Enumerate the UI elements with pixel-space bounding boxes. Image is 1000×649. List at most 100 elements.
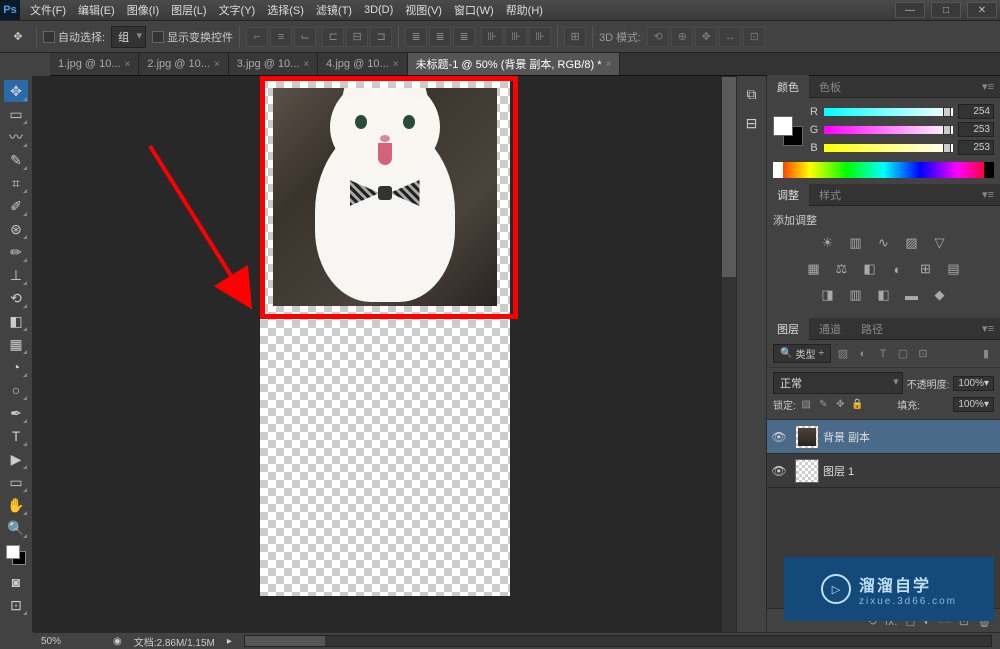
tab-close-icon[interactable]: ×	[125, 59, 131, 70]
window-minimize-button[interactable]: —	[895, 2, 925, 18]
panel-menu-icon[interactable]: ▾≡	[976, 322, 1000, 335]
align-vcenter-icon[interactable]: ≡	[270, 27, 292, 47]
3d-pan-icon[interactable]: ✥	[695, 27, 717, 47]
distribute-icon[interactable]: ≣	[405, 27, 427, 47]
tab-close-icon[interactable]: ×	[303, 59, 309, 70]
doc-tab-3[interactable]: 3.jpg @ 10...×	[229, 53, 318, 75]
r-value[interactable]: 254	[958, 104, 994, 119]
layer-name[interactable]: 背景 副本	[823, 429, 870, 445]
auto-select-dropdown[interactable]: 组	[111, 26, 146, 48]
menu-filter[interactable]: 滤镜(T)	[310, 2, 358, 18]
window-maximize-button[interactable]: □	[931, 2, 961, 18]
3d-scale-icon[interactable]: ⊡	[743, 27, 765, 47]
dodge-tool-icon[interactable]: ○	[4, 379, 28, 401]
g-value[interactable]: 253	[958, 122, 994, 137]
lock-trans-icon[interactable]: ▨	[800, 398, 813, 411]
b-value[interactable]: 253	[958, 140, 994, 155]
tab-close-icon[interactable]: ×	[214, 59, 220, 70]
menu-type[interactable]: 文字(Y)	[213, 2, 262, 18]
doc-tab-4[interactable]: 4.jpg @ 10...×	[318, 53, 407, 75]
visibility-icon[interactable]: 👁	[767, 430, 791, 444]
align-hcenter-icon[interactable]: ⊟	[346, 27, 368, 47]
adjust-filter-icon[interactable]: ◐	[855, 346, 871, 362]
menu-file[interactable]: 文件(F)	[24, 2, 72, 18]
lock-pos-icon[interactable]: ✥	[834, 398, 847, 411]
window-close-button[interactable]: ✕	[967, 2, 997, 18]
doc-info-dropdown-icon[interactable]: ▸	[227, 636, 232, 647]
horizontal-scrollbar[interactable]	[244, 635, 992, 647]
doc-tab-1[interactable]: 1.jpg @ 10...×	[50, 53, 139, 75]
heal-tool-icon[interactable]: ⊛	[4, 218, 28, 240]
r-slider[interactable]	[824, 108, 953, 116]
visibility-icon[interactable]: 👁	[767, 464, 791, 478]
align-right-icon[interactable]: ⊐	[370, 27, 392, 47]
shape-filter-icon[interactable]: ▢	[895, 346, 911, 362]
menu-layer[interactable]: 图层(L)	[165, 2, 212, 18]
menu-3d[interactable]: 3D(D)	[358, 4, 399, 16]
distribute-icon[interactable]: ⊪	[529, 27, 551, 47]
swatches-tab[interactable]: 色板	[809, 75, 851, 99]
panel-menu-icon[interactable]: ▾≡	[976, 188, 1000, 201]
layer-name[interactable]: 图层 1	[823, 463, 854, 479]
distribute-icon[interactable]: ⊪	[481, 27, 503, 47]
path-select-tool-icon[interactable]: ▶	[4, 448, 28, 470]
eyedropper-tool-icon[interactable]: ✐	[4, 195, 28, 217]
auto-align-icon[interactable]: ⊞	[564, 27, 586, 47]
color-tab[interactable]: 颜色	[767, 75, 809, 99]
doc-info[interactable]: 文档:2.86M/1.15M	[134, 634, 215, 649]
layer-item[interactable]: 👁 背景 副本	[767, 420, 1000, 454]
eraser-tool-icon[interactable]: ◧	[4, 310, 28, 332]
history-brush-tool-icon[interactable]: ⟲	[4, 287, 28, 309]
panel-menu-icon[interactable]: ▾≡	[976, 80, 1000, 93]
hue-icon[interactable]: ▦	[805, 260, 823, 278]
lock-pixels-icon[interactable]: ✎	[817, 398, 830, 411]
distribute-icon[interactable]: ≣	[429, 27, 451, 47]
bw-icon[interactable]: ◧	[861, 260, 879, 278]
fg-color-icon[interactable]	[6, 545, 20, 559]
color-swatch[interactable]	[6, 545, 26, 565]
align-bottom-icon[interactable]: ⌙	[294, 27, 316, 47]
menu-select[interactable]: 选择(S)	[261, 2, 310, 18]
lookup-icon[interactable]: ▤	[945, 260, 963, 278]
doc-tab-5[interactable]: 未标题-1 @ 50% (背景 副本, RGB/8) *×	[408, 53, 621, 75]
show-transform-checkbox[interactable]	[152, 31, 164, 43]
auto-select-checkbox[interactable]	[43, 31, 55, 43]
brush-tool-icon[interactable]: ✏	[4, 241, 28, 263]
blend-mode-dropdown[interactable]: 正常	[773, 372, 903, 394]
tab-close-icon[interactable]: ×	[606, 59, 612, 70]
canvas-area[interactable]	[33, 76, 736, 632]
align-left-icon[interactable]: ⊏	[322, 27, 344, 47]
levels-icon[interactable]: ▥	[847, 234, 865, 252]
channels-tab[interactable]: 通道	[809, 317, 851, 341]
styles-tab[interactable]: 样式	[809, 183, 851, 207]
gradient-tool-icon[interactable]: ▦	[4, 333, 28, 355]
distribute-icon[interactable]: ⊪	[505, 27, 527, 47]
zoom-level[interactable]: 50%	[41, 636, 101, 647]
gradient-map-icon[interactable]: ▬	[903, 286, 921, 304]
history-panel-icon[interactable]: ⧉	[740, 80, 764, 108]
doc-tab-2[interactable]: 2.jpg @ 10...×	[139, 53, 228, 75]
zoom-tool-icon[interactable]: 🔍	[4, 517, 28, 539]
threshold-icon[interactable]: ◧	[875, 286, 893, 304]
balance-icon[interactable]: ⚖	[833, 260, 851, 278]
shape-tool-icon[interactable]: ▭	[4, 471, 28, 493]
filter-toggle[interactable]: ▮	[978, 346, 994, 362]
layer-thumbnail[interactable]	[795, 425, 819, 449]
move-tool-icon[interactable]: ✥	[4, 80, 28, 102]
invert-icon[interactable]: ◨	[819, 286, 837, 304]
zoom-dropdown-icon[interactable]: ◉	[113, 636, 122, 647]
b-slider[interactable]	[824, 144, 953, 152]
menu-window[interactable]: 窗口(W)	[448, 2, 500, 18]
curves-icon[interactable]: ∿	[875, 234, 893, 252]
vertical-scrollbar[interactable]	[722, 77, 736, 632]
marquee-tool-icon[interactable]: ▭	[4, 103, 28, 125]
opacity-value[interactable]: 100% ▾	[953, 376, 994, 391]
fill-value[interactable]: 100% ▾	[953, 397, 994, 412]
quickmask-icon[interactable]: ◙	[4, 571, 28, 593]
menu-view[interactable]: 视图(V)	[399, 2, 448, 18]
menu-help[interactable]: 帮助(H)	[500, 2, 549, 18]
panel-color-swatch[interactable]	[773, 116, 803, 146]
3d-roll-icon[interactable]: ⊕	[671, 27, 693, 47]
type-filter-icon[interactable]: T	[875, 346, 891, 362]
menu-edit[interactable]: 编辑(E)	[72, 2, 121, 18]
